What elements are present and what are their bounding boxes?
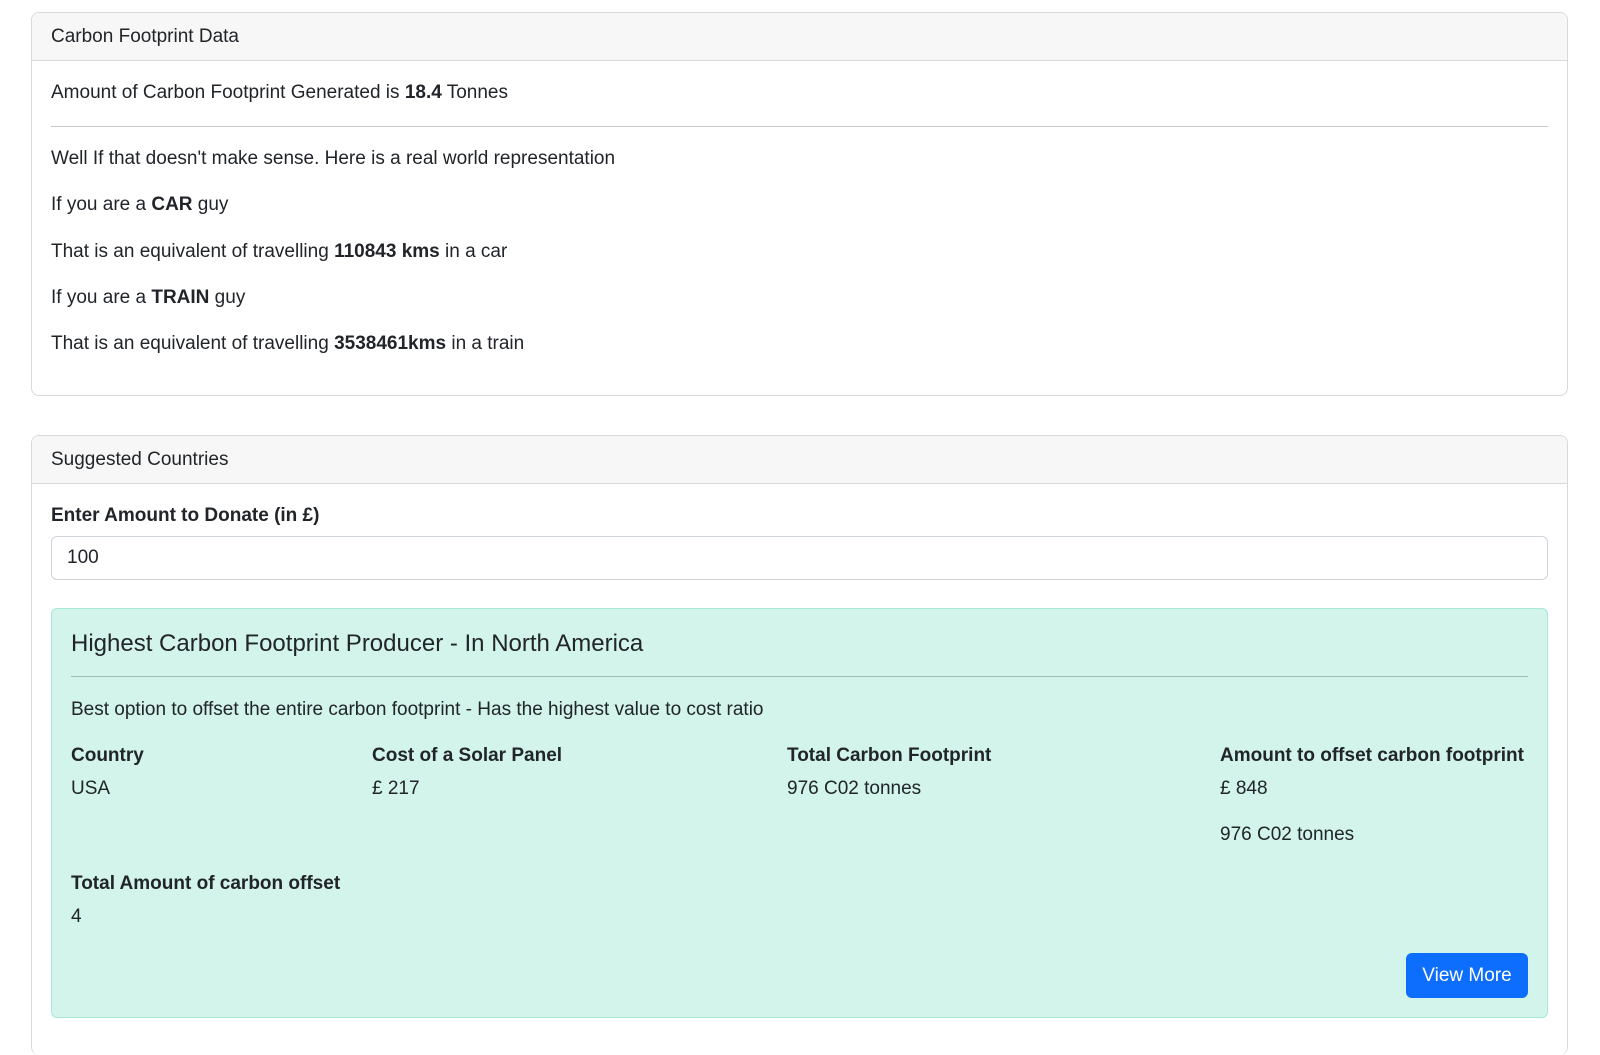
total-offset-label: Total Amount of carbon offset: [71, 873, 341, 894]
col-header-total: Total Carbon Footprint: [787, 745, 992, 766]
offset-amount-value: £ 848: [1220, 778, 1268, 799]
generated-prefix: Amount of Carbon Footprint Generated is: [51, 82, 405, 103]
car-line: If you are a CAR guy: [51, 193, 228, 217]
car-suffix: guy: [192, 194, 229, 215]
offset-tonnes-value: 976 C02 tonnes: [1220, 824, 1355, 845]
train-equiv-value: 3538461kms: [334, 333, 447, 354]
result-alert: Highest Carbon Footprint Producer - In N…: [51, 608, 1548, 1018]
train-equivalent-line: That is an equivalent of travelling 3538…: [51, 332, 524, 356]
car-equiv-prefix: That is an equivalent of travelling: [51, 241, 335, 262]
col-header-offset: Amount to offset carbon footprint: [1220, 745, 1524, 766]
train-prefix: If you are a: [51, 287, 152, 308]
result-subtitle: Best option to offset the entire carbon …: [71, 699, 764, 720]
cost-value: £ 217: [372, 778, 420, 799]
carbon-footprint-card: Carbon Footprint Data Amount of Carbon F…: [31, 12, 1568, 396]
card-divider: [51, 126, 1548, 127]
donate-label: Enter Amount to Donate (in £): [51, 505, 320, 526]
intro-line: Well If that doesn't make sense. Here is…: [51, 148, 616, 169]
train-equiv-prefix: That is an equivalent of travelling: [51, 333, 335, 354]
result-divider: [71, 676, 1528, 677]
train-line: If you are a TRAIN guy: [51, 286, 245, 310]
train-equiv-suffix: in a train: [446, 333, 525, 354]
col-header-country: Country: [71, 745, 144, 766]
train-word: TRAIN: [151, 287, 210, 308]
suggested-countries-card-header: Suggested Countries: [32, 436, 1567, 484]
car-equiv-value: 110843 kms: [334, 241, 440, 262]
car-word: CAR: [151, 194, 193, 215]
country-value: USA: [71, 778, 111, 799]
view-more-button[interactable]: View More: [1406, 953, 1528, 998]
car-prefix: If you are a: [51, 194, 152, 215]
car-equiv-suffix: in a car: [439, 241, 508, 262]
generated-value: 18.4: [404, 82, 442, 103]
donate-amount-input[interactable]: [51, 536, 1548, 580]
suggested-countries-card: Suggested Countries Enter Amount to Dona…: [31, 435, 1568, 1055]
generated-amount-line: Amount of Carbon Footprint Generated is …: [51, 81, 508, 105]
total-offset-value: 4: [71, 906, 82, 927]
result-heading: Highest Carbon Footprint Producer - In N…: [71, 630, 644, 657]
train-suffix: guy: [209, 287, 246, 308]
generated-suffix: Tonnes: [441, 82, 508, 103]
carbon-footprint-card-header: Carbon Footprint Data: [32, 13, 1567, 61]
car-equivalent-line: That is an equivalent of travelling 1108…: [51, 240, 507, 264]
col-header-cost: Cost of a Solar Panel: [372, 745, 563, 766]
total-value: 976 C02 tonnes: [787, 778, 922, 799]
